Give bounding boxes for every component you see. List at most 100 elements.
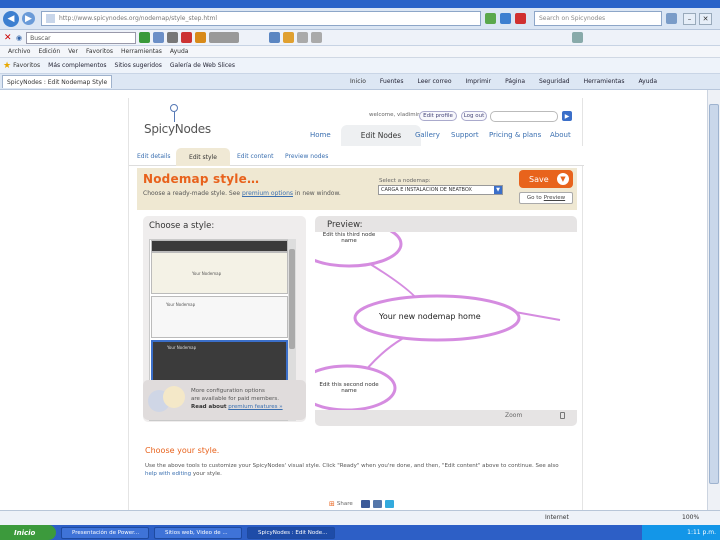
- menu-view[interactable]: Ver: [68, 48, 78, 55]
- style-thumb-dark[interactable]: [151, 240, 288, 252]
- cmd-tools[interactable]: Herramientas: [584, 78, 625, 85]
- close-icon[interactable]: ✕: [699, 12, 712, 25]
- fav-item-complements[interactable]: Más complementos: [48, 62, 106, 69]
- cmd-print[interactable]: Imprimir: [466, 78, 492, 85]
- subnav-edit-details[interactable]: Edit details: [137, 153, 171, 160]
- browser-tab[interactable]: SpicyNodes : Edit Nodemap Style: [2, 75, 112, 88]
- premium-options-link[interactable]: premium options: [242, 190, 293, 197]
- nodemap-select[interactable]: CARGA E INSTALACION DE NEATBOX ▼: [378, 185, 503, 195]
- menu-help[interactable]: Ayuda: [170, 48, 189, 55]
- browser-search-input[interactable]: Search on Spicynodes: [534, 11, 662, 26]
- menu-edit[interactable]: Edición: [38, 48, 60, 55]
- cmd-home[interactable]: Inicio: [350, 78, 366, 85]
- select-nodemap-label: Select a nodemap:: [379, 178, 431, 184]
- cmd-feeds[interactable]: Fuentes: [380, 78, 404, 85]
- myspace-icon[interactable]: [372, 500, 382, 508]
- node-second-label[interactable]: Edit this second node name: [315, 382, 383, 394]
- node-root-label[interactable]: Your new nodemap home: [379, 312, 481, 321]
- logout-button[interactable]: Log out: [461, 111, 487, 121]
- start-button[interactable]: Inicio: [0, 525, 56, 540]
- subnav-edit-content[interactable]: Edit content: [237, 153, 274, 160]
- preview-canvas[interactable]: Edit this third node name Your new nodem…: [315, 232, 577, 410]
- task-browser-video[interactable]: Sitios web, Video de ...: [154, 526, 242, 539]
- goto-preview-button[interactable]: Go to Preview: [519, 192, 573, 204]
- premium-line2: are available for paid members.: [191, 396, 280, 402]
- page-scrollbar[interactable]: [707, 90, 720, 510]
- toolbar-tools-icon[interactable]: [572, 32, 584, 43]
- share-row: ⊞ Share: [329, 500, 394, 508]
- address-bar: ◀ ▶ http://www.spicynodes.org/nodemap/st…: [0, 8, 720, 30]
- facebook-icon[interactable]: [360, 500, 370, 508]
- premium-features-link[interactable]: premium features »: [228, 404, 282, 410]
- chevron-down-icon[interactable]: ▼: [494, 186, 502, 194]
- toolbar-close-icon[interactable]: ✕: [4, 33, 14, 43]
- toolbar-btn-icon[interactable]: [297, 32, 309, 43]
- node-third-label[interactable]: Edit this third node name: [315, 232, 383, 244]
- style-thumb-cream[interactable]: Your Nodemap: [151, 252, 288, 294]
- site-search-go-icon[interactable]: ▶: [562, 111, 572, 121]
- favorites-star-icon[interactable]: ★: [3, 61, 11, 71]
- tab-bar: SpicyNodes : Edit Nodemap Style Inicio F…: [0, 74, 720, 90]
- refresh-icon[interactable]: [500, 13, 511, 24]
- status-zoom[interactable]: 100%: [682, 514, 699, 521]
- cmd-page[interactable]: Página: [505, 78, 525, 85]
- toolbar-btn-icon[interactable]: [153, 32, 165, 43]
- zoom-slider-icon[interactable]: [560, 412, 565, 419]
- toolbar-btn-icon[interactable]: [269, 32, 281, 43]
- toolbar-go-icon[interactable]: [139, 32, 151, 43]
- goto-preview-link: Preview: [543, 195, 566, 201]
- task-powerpoint[interactable]: Presentación de Power...: [61, 526, 149, 539]
- thumbnail-scroll-thumb[interactable]: [289, 249, 295, 349]
- menu-file[interactable]: Archivo: [8, 48, 30, 55]
- scrollbar-thumb[interactable]: [709, 104, 719, 484]
- search-icon[interactable]: [666, 13, 677, 24]
- fav-item-webslices[interactable]: Galería de Web Slices: [170, 62, 235, 69]
- node-link: [514, 311, 561, 321]
- favorites-button[interactable]: Favoritos: [13, 62, 40, 69]
- toolbar-btn-icon[interactable]: [283, 32, 295, 43]
- fav-item-suggested[interactable]: Sitios sugeridos: [115, 62, 162, 69]
- style-thumb-selected[interactable]: Your Nodemap: [151, 340, 288, 382]
- welcome-text: welcome, vladimir: [369, 112, 420, 118]
- style-thumb-light[interactable]: Your Nodemap: [151, 296, 288, 338]
- subnav-preview-nodes[interactable]: Preview nodes: [285, 153, 328, 160]
- nav-home[interactable]: Home: [310, 131, 331, 139]
- nav-edit-nodes[interactable]: Edit Nodes: [341, 125, 421, 146]
- cmd-safety[interactable]: Seguridad: [539, 78, 570, 85]
- site-search-input[interactable]: [490, 111, 558, 122]
- stop-icon[interactable]: [515, 13, 526, 24]
- task-spicynodes[interactable]: SpicyNodes : Edit Node...: [247, 526, 335, 539]
- nav-support[interactable]: Support: [451, 131, 479, 139]
- toolbar-dropdown[interactable]: [209, 32, 240, 43]
- subnav-edit-style[interactable]: Edit style: [176, 148, 230, 166]
- bottom-text-post: your style.: [192, 471, 222, 477]
- toolbar-search-input[interactable]: Buscar: [26, 31, 137, 44]
- toolbar-star-icon[interactable]: [195, 32, 207, 43]
- forward-icon[interactable]: ▶: [22, 12, 35, 25]
- menu-favorites[interactable]: Favoritos: [86, 48, 113, 55]
- goto-label: Go to: [526, 195, 542, 201]
- url-field[interactable]: http://www.spicynodes.org/nodemap/style_…: [41, 11, 481, 26]
- edit-profile-button[interactable]: Edit profile: [419, 111, 457, 121]
- cmd-mail[interactable]: Leer correo: [417, 78, 451, 85]
- share-label[interactable]: Share: [337, 501, 353, 507]
- help-editing-link[interactable]: help with editing: [145, 471, 191, 477]
- nav-pricing[interactable]: Pricing & plans: [489, 131, 541, 139]
- nav-gallery[interactable]: Gallery: [415, 131, 440, 139]
- nav-about[interactable]: About: [550, 131, 571, 139]
- toolbar-btn-icon[interactable]: [167, 32, 179, 43]
- clock: 1:11 p.m.: [687, 529, 716, 536]
- favorites-bar: ★ Favoritos Más complementos Sitios suge…: [0, 58, 720, 74]
- url-text: http://www.spicynodes.org/nodemap/style_…: [59, 15, 218, 22]
- page-title: Nodemap style…: [143, 172, 260, 186]
- cmd-help[interactable]: Ayuda: [638, 78, 657, 85]
- share-plus-icon[interactable]: ⊞: [329, 500, 335, 508]
- toolbar-btn-icon[interactable]: [311, 32, 323, 43]
- toolbar-btn-icon[interactable]: [181, 32, 193, 43]
- back-icon[interactable]: ◀: [3, 10, 19, 27]
- minimize-icon[interactable]: –: [683, 12, 696, 25]
- twitter-icon[interactable]: [384, 500, 394, 508]
- compat-icon[interactable]: [485, 13, 496, 24]
- menu-tools[interactable]: Herramientas: [121, 48, 162, 55]
- save-button[interactable]: Save ▼: [519, 170, 573, 188]
